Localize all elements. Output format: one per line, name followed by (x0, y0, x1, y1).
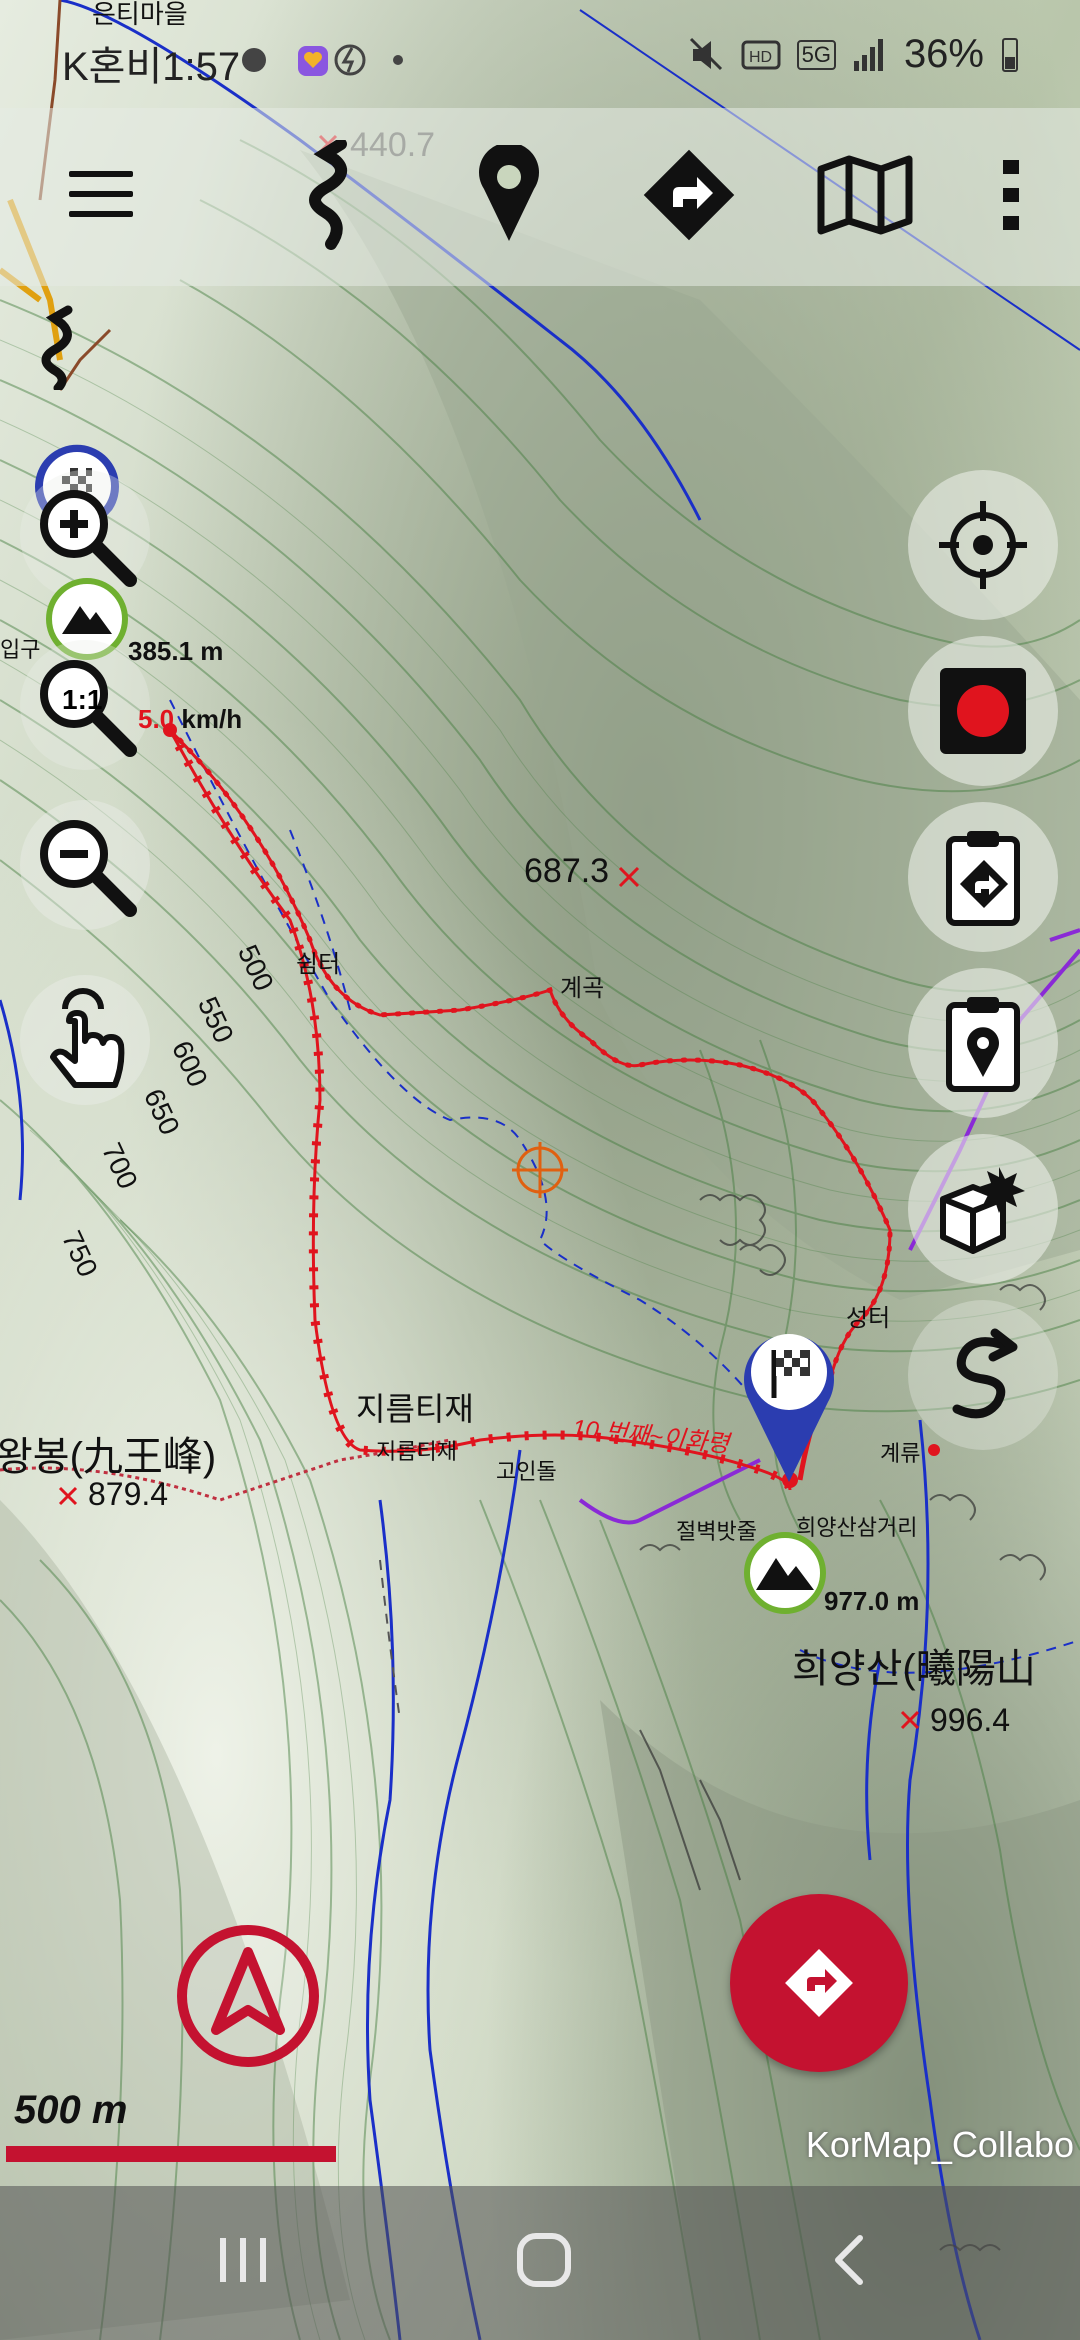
tracks-button[interactable] (276, 140, 386, 250)
poi-button[interactable] (908, 1134, 1058, 1284)
scale-label: 500 m (14, 2088, 128, 2132)
gu-height-label: 879.4 (88, 1476, 169, 1512)
map-credit: KorMap_Collabo (805, 2124, 1074, 2165)
navigation-fab[interactable] (730, 1894, 908, 2072)
status-time: K혼비1:57 (62, 45, 241, 89)
mute-icon (689, 37, 722, 70)
hamburger-icon (69, 171, 133, 217)
s-track-icon (952, 1328, 1018, 1419)
touch-mode-button[interactable] (20, 975, 150, 1105)
navigate-button[interactable] (634, 140, 744, 250)
direction-sign-icon (785, 1949, 853, 2017)
goindol-label: 고인돌 (496, 1459, 557, 1484)
recent-apps-icon (220, 2238, 266, 2282)
record-track-button[interactable] (908, 636, 1058, 786)
touch-hand-icon (50, 988, 125, 1088)
peak-687-label: 687.3 (524, 852, 610, 890)
home-icon (517, 2233, 571, 2287)
gu-wangbong-label: 왕봉(九王峰) (0, 1435, 217, 1479)
altitude-readout: 385.1 m (128, 636, 224, 666)
network-type: 5G (796, 39, 836, 70)
menu-button[interactable] (46, 140, 156, 250)
gyeryu-label: 계류 (880, 1441, 921, 1466)
pin-icon (479, 145, 539, 241)
home-button[interactable] (484, 2210, 604, 2310)
battery-icon (1002, 37, 1018, 72)
shimter-label: 쉼터 (296, 951, 341, 978)
scale-bar (6, 2146, 336, 2162)
zoom-out-button[interactable] (20, 800, 150, 930)
speed-readout: 5.0 km/h (138, 704, 242, 735)
back-icon (835, 2235, 863, 2285)
summit-altitude-label: 977.0 m (824, 1586, 920, 1616)
record-icon (940, 668, 1026, 754)
waypoint-list-button[interactable] (908, 968, 1058, 1118)
track-mini-icon (28, 300, 88, 394)
route-planner-button[interactable] (908, 802, 1058, 952)
track-tool-button[interactable] (908, 1300, 1058, 1450)
more-options-button[interactable] (956, 140, 1066, 250)
more-vertical-icon (1003, 160, 1019, 230)
hd-icon: HD (741, 40, 781, 69)
compass-button[interactable] (170, 1918, 326, 2074)
summit-marker[interactable] (740, 1528, 830, 1618)
crosshair-icon (939, 501, 1027, 589)
zoom-in-icon (40, 490, 137, 587)
recent-apps-button[interactable] (184, 2210, 304, 2310)
signal-icon (853, 38, 883, 71)
waypoint-clipboard-icon (946, 997, 1020, 1092)
route-clipboard-icon (946, 831, 1020, 926)
battery-percent: 36% (903, 32, 984, 76)
track-route-icon (309, 140, 348, 250)
back-button[interactable] (790, 2210, 910, 2310)
heeyang-height-label: 996.4 (930, 1702, 1011, 1738)
zoom-out-icon (40, 820, 137, 917)
notification-icons (242, 44, 403, 76)
svg-text:HD: HD (749, 49, 772, 66)
finish-flag-marker[interactable] (734, 1324, 844, 1484)
waypoints-button[interactable] (454, 140, 564, 250)
zoom-1to1-label: 1:1 (62, 684, 103, 715)
folded-map-icon (817, 155, 913, 235)
direction-sign-icon (643, 149, 735, 241)
jireumtijae-label: 지름티재 (356, 1391, 474, 1427)
jireumtijae-small-label: 지름티재 (376, 1439, 457, 1464)
box-burst-icon (940, 1167, 1025, 1254)
locate-me-button[interactable] (908, 470, 1058, 620)
speed-unit: km/h (181, 704, 243, 734)
heeyangsan-label: 희양산(曦陽山 (792, 1647, 1036, 1691)
speed-value: 5.0 (138, 704, 175, 734)
maps-button[interactable] (810, 140, 920, 250)
gyegok-label: 계곡 (560, 975, 605, 1002)
zoom-1to1-button[interactable]: 1:1 (20, 640, 150, 770)
status-bar: K혼비1:57 HD 5G 36% (0, 0, 1080, 110)
seongteo-label: 성터 (846, 1305, 891, 1332)
